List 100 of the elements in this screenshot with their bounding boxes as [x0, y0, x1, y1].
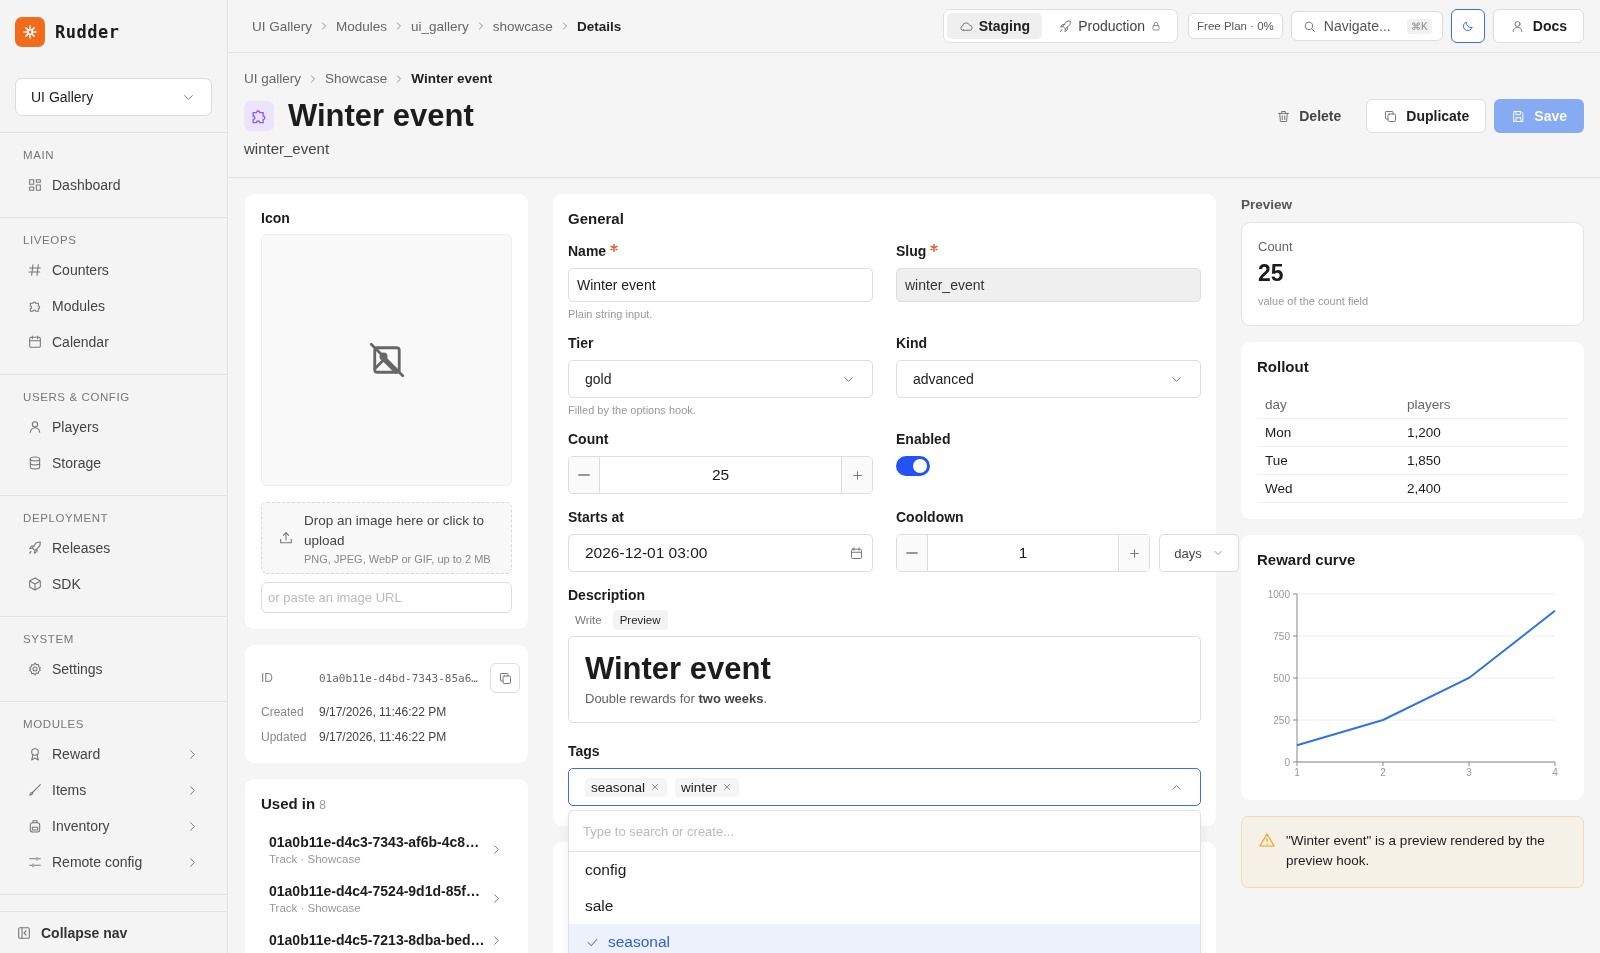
nav-item[interactable]: Remote config	[0, 844, 227, 880]
rocket-icon	[27, 540, 43, 556]
usage-item[interactable]: 01a0b11e-d4c3-7343-af6b-4c8… Track · Showcase	[261, 828, 512, 877]
page-title: Winter event	[288, 98, 475, 134]
warning-icon	[1258, 831, 1276, 849]
docs-button[interactable]: Docs	[1492, 9, 1584, 43]
drop-zone[interactable]: Drop an image here or click to upload PNG, JPEG, WebP or GIF, up to 2 MB	[261, 502, 512, 574]
stat-label: Count	[1258, 239, 1294, 254]
decrement-button[interactable]	[569, 457, 599, 493]
axis-label: 1000	[1267, 588, 1290, 600]
asterisk-icon	[930, 244, 939, 252]
drop-text: Drop an image here or click to upload	[304, 512, 486, 550]
calendar-icon	[849, 545, 864, 561]
breadcrumb-link[interactable]: Details	[576, 18, 622, 34]
workspace-select[interactable]: UI Gallery	[15, 78, 212, 116]
toggle-switch[interactable]	[896, 456, 930, 476]
nav-item[interactable]: Dashboard	[0, 167, 227, 203]
breadcrumb-link[interactable]: Winter event	[411, 71, 493, 86]
text-field[interactable]: winter_event	[896, 268, 1201, 302]
nav-item[interactable]: Storage	[0, 445, 227, 481]
editor-tab[interactable]: Write	[568, 610, 609, 630]
nav-item[interactable]: Modules	[0, 288, 227, 324]
column-header: players	[1399, 391, 1568, 419]
preview-heading: Winter event	[585, 651, 772, 687]
decrement-button[interactable]	[897, 535, 927, 571]
usage-item[interactable]: 01a0b11e-d4c5-7213-8dba-bed…	[261, 926, 512, 953]
panel-icon	[16, 924, 32, 941]
number-stepper[interactable]: 25	[568, 456, 873, 494]
duplicate-button[interactable]: Duplicate	[1366, 99, 1487, 133]
tags-field[interactable]: seasonal winter	[568, 768, 1201, 806]
copy-icon	[1383, 108, 1399, 124]
brush-icon	[27, 782, 43, 798]
help-text: Filled by the options hook.	[568, 404, 697, 416]
environment-tab[interactable]: Staging	[946, 13, 1043, 39]
lock-icon	[1150, 20, 1163, 32]
meta-value: 9/17/2026, 11:46:22 PM	[319, 704, 448, 719]
unit-select[interactable]: days	[1159, 534, 1239, 572]
rocket-icon	[1058, 18, 1074, 34]
number-field[interactable]: 1	[927, 535, 1119, 571]
select-field[interactable]: gold	[568, 360, 873, 398]
delete-button[interactable]: Delete	[1259, 99, 1359, 133]
table-cell: 2,400	[1399, 474, 1568, 503]
nav-item[interactable]: SDK	[0, 566, 227, 602]
card-title: General	[568, 210, 625, 227]
tag-label: winter	[681, 779, 718, 795]
nav-item[interactable]: Settings	[0, 651, 227, 687]
grid-icon	[27, 177, 43, 193]
nav-item[interactable]: Players	[0, 409, 227, 445]
theme-toggle-button[interactable]	[1450, 9, 1485, 43]
select-field[interactable]: advanced	[896, 360, 1201, 398]
section-title: Preview	[1241, 197, 1294, 212]
usage-item[interactable]: 01a0b11e-d4c4-7524-9d1d-85f… Track · Showcase	[261, 877, 512, 926]
field-label: Cooldown	[896, 509, 964, 525]
card-title: Rollout	[1257, 358, 1310, 375]
axis-label: 3	[1466, 767, 1472, 778]
puzzle-icon	[244, 101, 274, 131]
nav-item[interactable]: Items	[0, 772, 227, 808]
breadcrumb-link[interactable]: ui_gallery	[411, 18, 469, 34]
meta-label: ID	[261, 671, 274, 685]
tag-option[interactable]: sale	[569, 888, 1200, 924]
trash-icon	[1276, 108, 1292, 124]
navigate-search-button[interactable]: Navigate... ⌘K	[1290, 11, 1443, 41]
number-stepper[interactable]: 1	[896, 534, 1150, 572]
stat-caption: value of the count field	[1258, 295, 1370, 307]
preview-paragraph: Double rewards for two weeks.	[585, 691, 769, 706]
tag-option[interactable]: config	[569, 852, 1200, 888]
nav-item[interactable]: Releases	[0, 530, 227, 566]
tag-option[interactable]: seasonal	[569, 924, 1200, 953]
nav-item[interactable]: Inventory	[0, 808, 227, 844]
number-field[interactable]: 25	[599, 457, 842, 493]
breadcrumb-link[interactable]: UI Gallery	[252, 18, 312, 34]
table-cell: 1,200	[1399, 418, 1568, 447]
breadcrumb-link[interactable]: UI gallery	[244, 71, 302, 86]
axis-label: 1	[1294, 767, 1300, 778]
image-url-field[interactable]: or paste an image URL	[261, 582, 512, 613]
breadcrumb-link[interactable]: Showcase	[325, 71, 388, 86]
floppy-icon	[1511, 108, 1527, 124]
breadcrumb-link[interactable]: Modules	[336, 18, 388, 34]
nav-item[interactable]: Reward	[0, 736, 227, 772]
page-subtitle: winter_event	[244, 140, 331, 157]
datetime-field[interactable]: 2026-12-01 03:00	[568, 534, 873, 572]
nav-item[interactable]: Calendar	[0, 324, 227, 360]
environment-tab[interactable]: Production	[1046, 13, 1175, 39]
table-cell: Wed	[1257, 474, 1399, 503]
copy-button[interactable]	[490, 663, 520, 693]
nav-item[interactable]: Counters	[0, 252, 227, 288]
field-label: Kind	[896, 335, 928, 351]
section-title: MAIN	[22, 149, 56, 163]
app-name: Rudder	[55, 22, 120, 42]
editor-tab[interactable]: Preview	[612, 610, 668, 630]
card-title: Icon	[261, 210, 291, 226]
axis-label: 250	[1273, 714, 1290, 726]
usage-title: 01a0b11e-d4c4-7524-9d1d-85f…	[269, 883, 481, 899]
copy-icon	[497, 670, 513, 686]
section-title: USERS & CONFIG	[22, 391, 131, 405]
usage-subtitle: Track · Showcase	[269, 853, 362, 865]
text-field[interactable]: Winter event	[568, 268, 873, 302]
usage-title: 01a0b11e-d4c3-7343-af6b-4c8…	[269, 834, 481, 850]
gear-icon	[27, 661, 43, 677]
breadcrumb-link[interactable]: showcase	[492, 18, 553, 34]
